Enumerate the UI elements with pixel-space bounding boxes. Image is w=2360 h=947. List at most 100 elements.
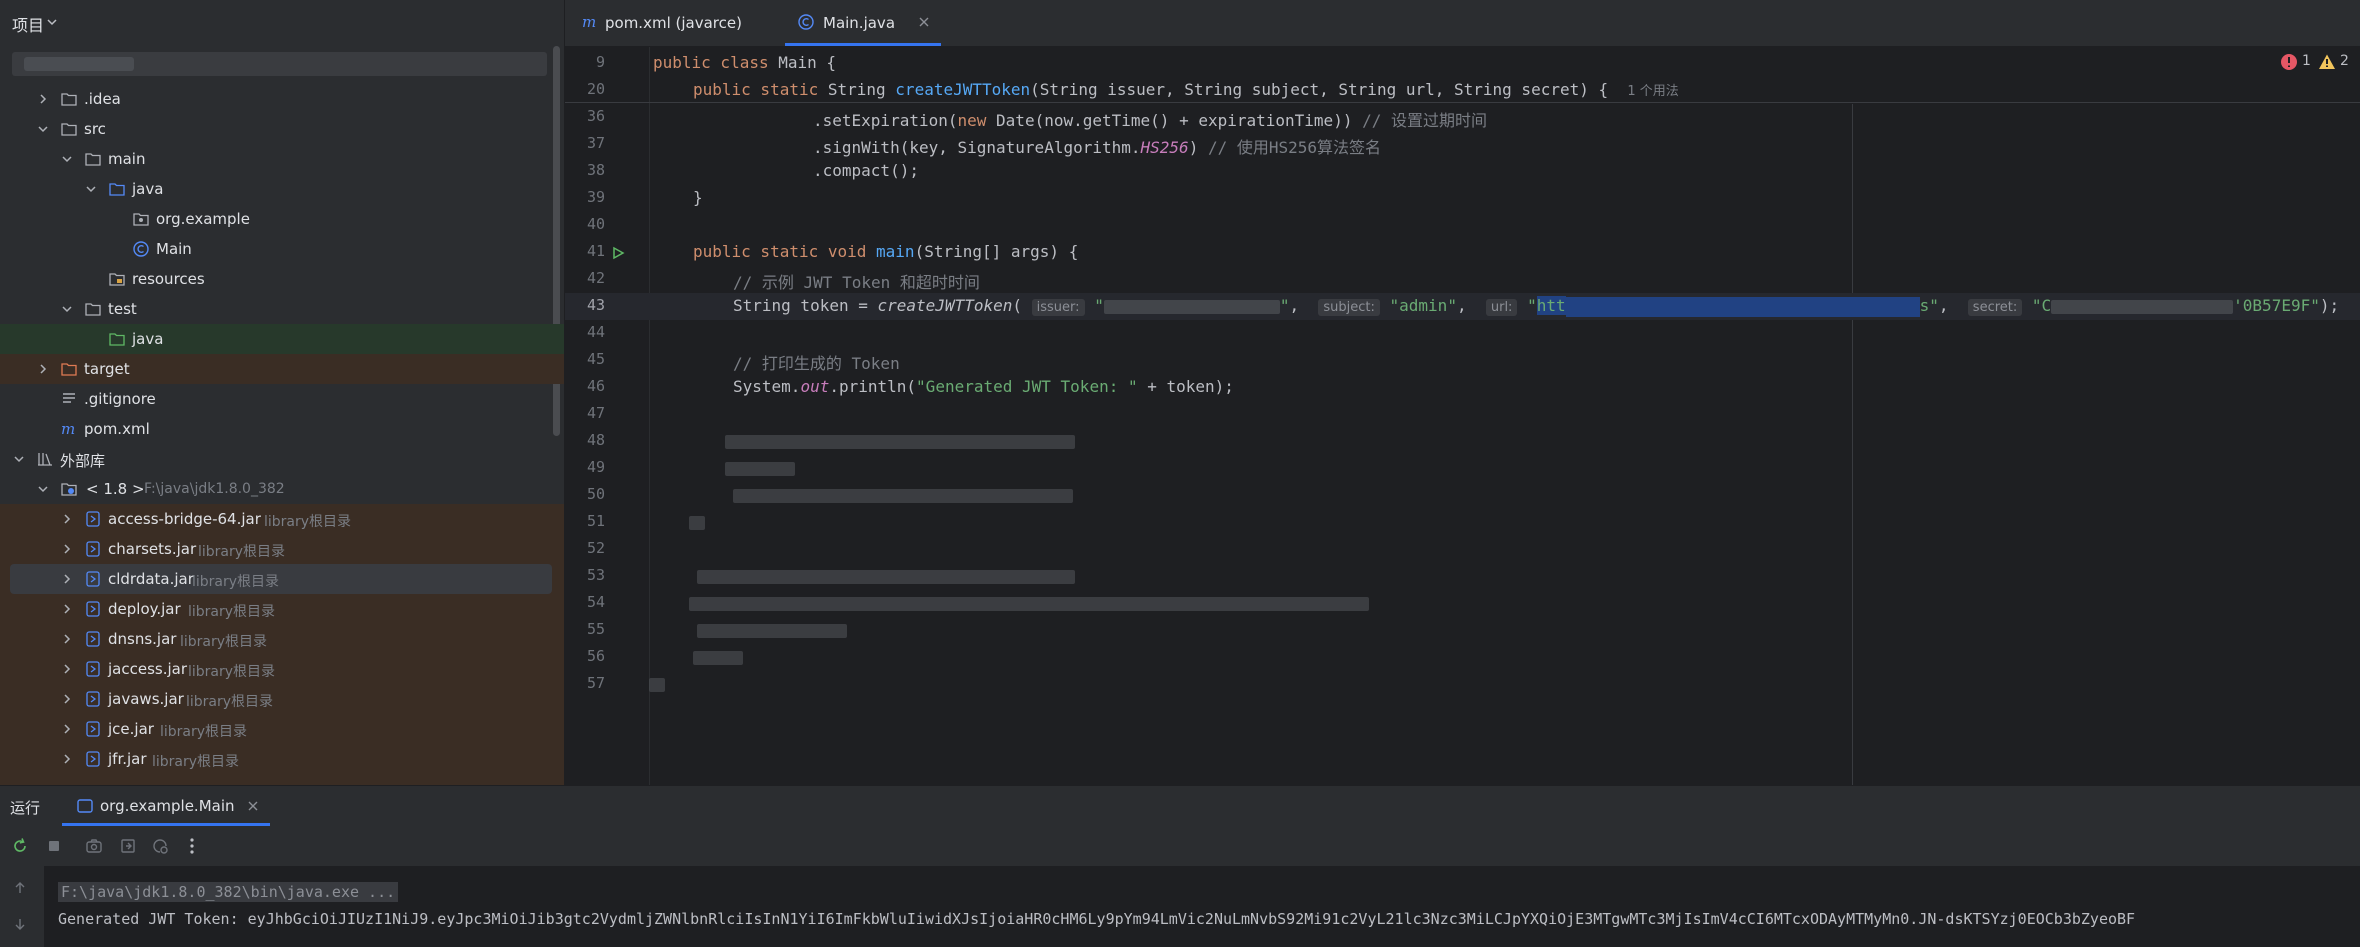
chevron-down-icon[interactable] (12, 452, 26, 466)
camera-icon[interactable] (84, 836, 104, 856)
tree-item-label: deploy.jar (108, 600, 181, 618)
line-number: 36 (586, 107, 605, 125)
chevron-down-icon[interactable] (46, 16, 58, 28)
tree-item-target[interactable]: target (0, 354, 564, 384)
tree-item-java-source[interactable]: java (0, 174, 564, 204)
line-number: 54 (586, 593, 605, 611)
run-icon[interactable] (611, 246, 625, 260)
redacted-text (689, 516, 705, 530)
code-line[interactable]: 40 (565, 212, 2360, 239)
tree-item-jar[interactable]: javaws.jar library根目录 (0, 684, 564, 714)
tree-item-external-libraries[interactable]: 外部库 (0, 444, 564, 474)
code-line[interactable]: 42 // 示例 JWT Token 和超时时间 (565, 266, 2360, 293)
code-line[interactable]: 37 .signWith(key, SignatureAlgorithm.HS2… (565, 131, 2360, 158)
chevron-right-icon[interactable] (60, 722, 74, 736)
code-string: " (1279, 296, 1290, 315)
restore-layout-icon[interactable] (118, 836, 138, 856)
tab-label: Main.java (823, 14, 896, 32)
tree-item-hint: F:\java\jdk1.8.0_382 (144, 481, 285, 497)
sticky-line[interactable]: 20 public static String createJWTToken(S… (565, 77, 2360, 104)
chevron-right-icon[interactable] (60, 662, 74, 676)
code-line[interactable]: 41 public static void main(String[] args… (565, 239, 2360, 266)
tree-item-test[interactable]: test (0, 294, 564, 324)
tree-item-jar[interactable]: dnsns.jar library根目录 (0, 624, 564, 654)
tree-item-pom[interactable]: m pom.xml (0, 414, 564, 444)
tree-item-jar[interactable]: jfr.jar library根目录 (0, 744, 564, 774)
usage-hint[interactable]: 1 个用法 (1627, 84, 1678, 99)
sticky-line[interactable]: 9 public class Main { (565, 50, 2360, 77)
console-output[interactable]: F:\java\jdk1.8.0_382\bin\java.exe ... Ge… (0, 866, 2360, 947)
code-line-redacted[interactable]: 52 (565, 536, 2360, 563)
chevron-right-icon[interactable] (60, 632, 74, 646)
code-line-redacted[interactable]: 54 (565, 590, 2360, 617)
tab-main-java[interactable]: Main.java (785, 0, 941, 46)
attach-debugger-icon[interactable] (150, 836, 170, 856)
code-text: .compact(); (813, 161, 919, 180)
code-line-redacted[interactable]: 51 (565, 509, 2360, 536)
code-line-redacted[interactable]: 53 (565, 563, 2360, 590)
chevron-right-icon[interactable] (60, 542, 74, 556)
chevron-down-icon[interactable] (60, 302, 74, 316)
code-token: out (800, 377, 830, 396)
chevron-right-icon[interactable] (60, 572, 74, 586)
tree-item-gitignore[interactable]: .gitignore (0, 384, 564, 414)
chevron-down-icon[interactable] (84, 182, 98, 196)
code-token: (String issuer, String subject, String u… (1030, 80, 1609, 99)
chevron-right-icon[interactable] (36, 362, 50, 376)
chevron-right-icon[interactable] (60, 692, 74, 706)
tree-item-resources[interactable]: resources (0, 264, 564, 294)
code-line[interactable]: 39 } (565, 185, 2360, 212)
code-line-redacted[interactable]: 57 (565, 671, 2360, 698)
console-command-line[interactable]: F:\java\jdk1.8.0_382\bin\java.exe ... (58, 882, 399, 902)
code-line-redacted[interactable]: 49 (565, 455, 2360, 482)
code-editor[interactable]: 1 2 9 public class Main { 20 public stat… (565, 47, 2360, 785)
chevron-right-icon[interactable] (60, 512, 74, 526)
code-line[interactable]: 45 // 打印生成的 Token (565, 347, 2360, 374)
code-line-redacted[interactable]: 56 (565, 644, 2360, 671)
tree-item-main-class[interactable]: Main (0, 234, 564, 264)
chevron-down-icon[interactable] (60, 152, 74, 166)
stop-icon[interactable] (44, 836, 64, 856)
code-line-current[interactable]: 43 String token = createJWTToken( issuer… (565, 293, 2360, 320)
chevron-down-icon[interactable] (36, 122, 50, 136)
tree-item-jdk[interactable]: < 1.8 > F:\java\jdk1.8.0_382 (0, 474, 564, 504)
chevron-right-icon[interactable] (60, 602, 74, 616)
tree-item-jar[interactable]: deploy.jar library根目录 (0, 594, 564, 624)
tree-item-jar[interactable]: jaccess.jar library根目录 (0, 654, 564, 684)
tab-pom-xml[interactable]: m pom.xml (javarce) (581, 0, 781, 46)
code-line[interactable]: 46 System.out.println("Generated JWT Tok… (565, 374, 2360, 401)
code-line-redacted[interactable]: 48 (565, 428, 2360, 455)
code-line[interactable]: 47 (565, 401, 2360, 428)
project-title[interactable]: 项目 (12, 12, 44, 36)
close-icon[interactable] (246, 799, 260, 813)
code-line[interactable]: 44 (565, 320, 2360, 347)
scroll-down-icon[interactable] (12, 916, 28, 932)
code-line[interactable]: 36 .setExpiration(new Date(now.getTime()… (565, 104, 2360, 131)
chevron-right-icon[interactable] (36, 92, 50, 106)
close-icon[interactable] (917, 15, 931, 29)
chevron-right-icon[interactable] (60, 752, 74, 766)
tree-item-jar[interactable]: jce.jar library根目录 (0, 714, 564, 744)
tree-item-label: java (132, 180, 164, 198)
tree-item-label: jfr.jar (108, 750, 147, 768)
tree-item-jar-selected[interactable]: cldrdata.jar library根目录 (10, 564, 552, 594)
tree-item-src[interactable]: src (0, 114, 564, 144)
tree-item-jar-partial[interactable] (0, 774, 564, 785)
rerun-icon[interactable] (10, 836, 30, 856)
tree-item-jar[interactable]: charsets.jar library根目录 (0, 534, 564, 564)
tree-item-main[interactable]: main (0, 144, 564, 174)
scroll-up-icon[interactable] (12, 880, 28, 896)
more-options-icon[interactable] (182, 836, 202, 856)
chevron-down-icon[interactable] (36, 482, 50, 496)
tab-run-config[interactable]: org.example.Main (62, 786, 270, 826)
code-string: s" (1919, 296, 1939, 315)
code-line[interactable]: 38 .compact(); (565, 158, 2360, 185)
code-line-redacted[interactable]: 50 (565, 482, 2360, 509)
tree-item-label: charsets.jar (108, 540, 197, 558)
code-line-redacted[interactable]: 55 (565, 617, 2360, 644)
tree-item-jar[interactable]: access-bridge-64.jar library根目录 (0, 504, 564, 534)
tree-item-idea[interactable]: .idea (0, 84, 564, 114)
tree-item-package[interactable]: org.example (0, 204, 564, 234)
tree-item-java-test[interactable]: java (0, 324, 564, 354)
project-root-path-redacted[interactable] (12, 52, 547, 76)
